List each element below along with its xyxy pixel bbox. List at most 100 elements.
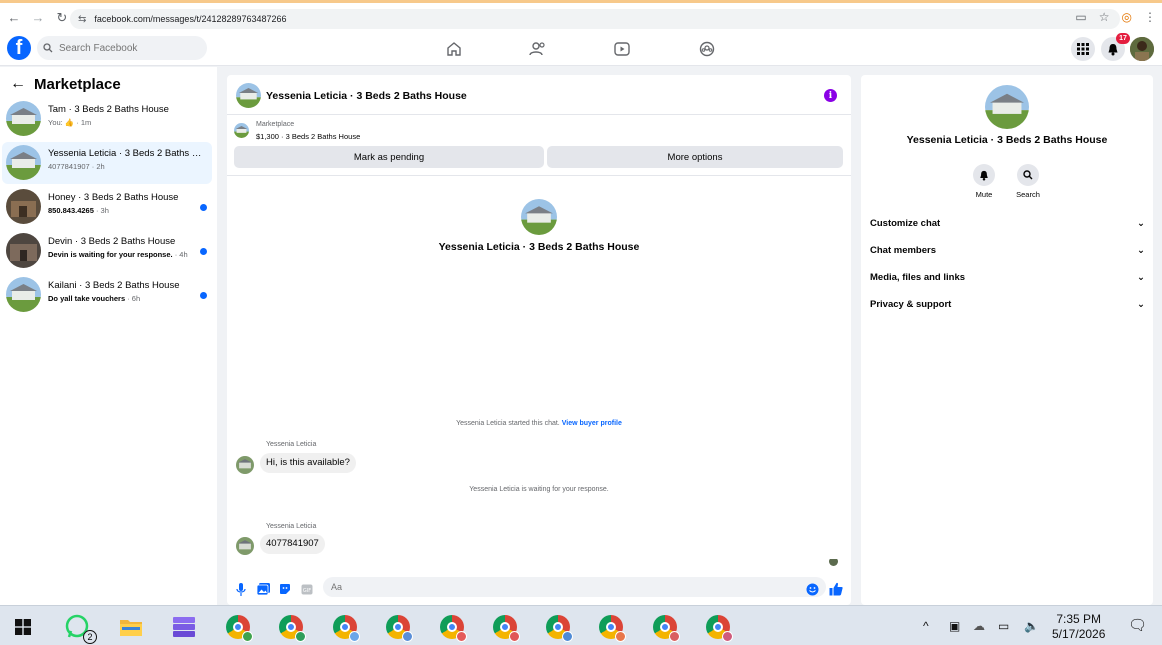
chrome-profile-icon[interactable] <box>278 614 306 642</box>
notification-count-badge: 17 <box>1116 33 1130 44</box>
more-options-button[interactable]: More options <box>547 146 843 168</box>
info-icon[interactable]: i <box>824 89 837 102</box>
conversation-item[interactable]: Honey · 3 Beds 2 Baths House 850.843.426… <box>2 186 212 228</box>
search-input[interactable] <box>59 42 189 54</box>
message-bubble[interactable]: 4077841907 <box>260 534 325 554</box>
mute-button[interactable]: Mute <box>964 164 1004 199</box>
search-in-chat-button[interactable]: Search <box>1008 164 1048 199</box>
chrome-profile-icon[interactable] <box>545 614 573 642</box>
waiting-notice: Yessenia Leticia is waiting for your res… <box>469 486 609 493</box>
chevron-down-icon: ⌄ <box>1137 244 1145 256</box>
chrome-profile-icon[interactable] <box>652 614 680 642</box>
browser-toolbar: ← → ↻ ⇆ facebook.com/messages/t/24128289… <box>0 0 1162 32</box>
gif-icon[interactable]: GIF <box>300 582 314 596</box>
like-thumb-icon[interactable] <box>829 582 843 596</box>
chat-title[interactable]: Yessenia Leticia · 3 Beds 2 Baths House <box>266 90 467 102</box>
sender-avatar[interactable] <box>236 456 254 474</box>
browser-actions: ▭ ☆ ◎ ⋮ <box>1075 10 1156 24</box>
emoji-icon[interactable] <box>805 582 819 596</box>
chat-intro-avatar <box>521 199 557 235</box>
menu-grid-icon[interactable] <box>1071 37 1095 61</box>
view-buyer-profile-link[interactable]: View buyer profile <box>562 420 622 427</box>
message-sender: Yessenia Leticia <box>266 441 317 448</box>
house-thumbnail <box>6 145 41 180</box>
chat-intro-name: Yessenia Leticia · 3 Beds 2 Baths House <box>438 241 640 253</box>
listing-thumbnail[interactable] <box>234 123 249 138</box>
windows-taskbar: 2 ^ ▣ ☁ ▭ 🔈 7:35 PM 5/17/2026 🗨 <box>0 605 1162 645</box>
conversation-item[interactable]: Devin · 3 Beds 2 Baths House Devin is wa… <box>2 230 212 272</box>
chrome-profile-icon[interactable] <box>492 614 520 642</box>
address-bar[interactable]: ⇆ facebook.com/messages/t/24128289763487… <box>70 9 1120 29</box>
sender-avatar[interactable] <box>236 537 254 555</box>
unread-dot <box>200 292 207 299</box>
chrome-profile-icon[interactable] <box>332 614 360 642</box>
details-avatar <box>985 85 1029 129</box>
chat-avatar[interactable] <box>236 83 261 108</box>
chrome-profile-icon[interactable] <box>385 614 413 642</box>
message-input[interactable] <box>323 577 826 597</box>
home-icon[interactable] <box>443 38 465 60</box>
chrome-profile-icon[interactable] <box>225 614 253 642</box>
bookmark-star-icon[interactable]: ☆ <box>1099 10 1110 24</box>
house-thumbnail <box>6 277 41 312</box>
search-box[interactable] <box>37 36 207 60</box>
listing-bar: Marketplace $1,300 · 3 Beds 2 Baths Hous… <box>227 116 851 176</box>
svg-text:GIF: GIF <box>303 587 311 593</box>
whatsapp-count-badge: 2 <box>83 630 97 644</box>
video-icon[interactable] <box>611 38 633 60</box>
sticker-icon[interactable] <box>278 582 292 596</box>
customize-chat-section[interactable]: Customize chat ⌄ <box>870 213 1145 233</box>
privacy-support-section[interactable]: Privacy & support ⌄ <box>870 294 1145 314</box>
microphone-icon[interactable] <box>234 582 248 596</box>
system-clock[interactable]: 7:35 PM 5/17/2026 <box>1052 612 1105 642</box>
back-arrow-icon[interactable]: ← <box>10 75 26 93</box>
url-text: facebook.com/messages/t/2412828976348726… <box>94 14 287 24</box>
conversation-item-active[interactable]: Yessenia Leticia · 3 Beds 2 Baths H... 4… <box>2 142 212 184</box>
marketplace-header: ← Marketplace <box>10 75 121 93</box>
chevron-down-icon: ⌄ <box>1137 298 1145 310</box>
back-arrow-icon[interactable]: ← <box>4 8 24 28</box>
friends-icon[interactable] <box>527 38 549 60</box>
onedrive-cloud-icon[interactable]: ☁ <box>973 619 985 633</box>
windows-start-icon[interactable] <box>10 614 36 640</box>
unread-dot <box>200 248 207 255</box>
profile-avatar[interactable] <box>1130 37 1154 61</box>
chat-members-section[interactable]: Chat members ⌄ <box>870 240 1145 260</box>
conversation-item[interactable]: Kailani · 3 Beds 2 Baths House Do yall t… <box>2 274 212 316</box>
chrome-profile-icon[interactable] <box>439 614 467 642</box>
forward-arrow-icon[interactable]: → <box>28 8 48 28</box>
show-hidden-icons-chevron-icon[interactable]: ^ <box>923 619 929 633</box>
reload-icon[interactable]: ↻ <box>52 8 72 28</box>
file-explorer-icon[interactable] <box>118 614 144 640</box>
chrome-profile-icon[interactable] <box>598 614 626 642</box>
unread-dot <box>200 204 207 211</box>
listing-price-title[interactable]: $1,300 · 3 Beds 2 Baths House <box>256 132 360 141</box>
photo-icon[interactable] <box>256 582 270 596</box>
app-icon[interactable] <box>171 614 197 640</box>
chrome-profile-icon[interactable] <box>705 614 733 642</box>
facebook-logo[interactable]: f <box>7 36 31 60</box>
marketplace-label: Marketplace <box>256 121 295 128</box>
media-files-links-section[interactable]: Media, files and links ⌄ <box>870 267 1145 287</box>
chat-header: Yessenia Leticia · 3 Beds 2 Baths House … <box>227 75 851 115</box>
conversation-item[interactable]: Tam · 3 Beds 2 Baths House You: 👍 · 1m <box>2 98 212 140</box>
site-info-icon[interactable]: ⇆ <box>78 14 86 25</box>
meet-now-icon[interactable]: ▣ <box>949 619 960 633</box>
notification-center-icon[interactable]: 🗨 <box>1128 616 1147 634</box>
groups-icon[interactable] <box>696 38 718 60</box>
message-bubble[interactable]: Hi, is this available? <box>260 453 356 473</box>
whatsapp-icon[interactable]: 2 <box>65 614 97 644</box>
house-thumbnail <box>6 101 41 136</box>
read-receipt-avatar <box>829 557 838 566</box>
volume-icon[interactable]: 🔈 <box>1024 619 1039 633</box>
details-name: Yessenia Leticia · 3 Beds 2 Baths House <box>906 134 1108 146</box>
extension-icon[interactable]: ◎ <box>1122 10 1132 24</box>
panel-title: Marketplace <box>34 75 121 93</box>
menu-dots-icon[interactable]: ⋮ <box>1144 10 1156 24</box>
network-icon[interactable]: ▭ <box>998 619 1009 633</box>
cast-icon[interactable]: ▭ <box>1075 10 1086 24</box>
conversation-list-panel: ← Marketplace Tam · 3 Beds 2 Baths House… <box>0 67 217 605</box>
mark-as-pending-button[interactable]: Mark as pending <box>234 146 544 168</box>
chat-started-notice: Yessenia Leticia started this chat. View… <box>456 420 622 427</box>
search-icon <box>1023 170 1033 180</box>
